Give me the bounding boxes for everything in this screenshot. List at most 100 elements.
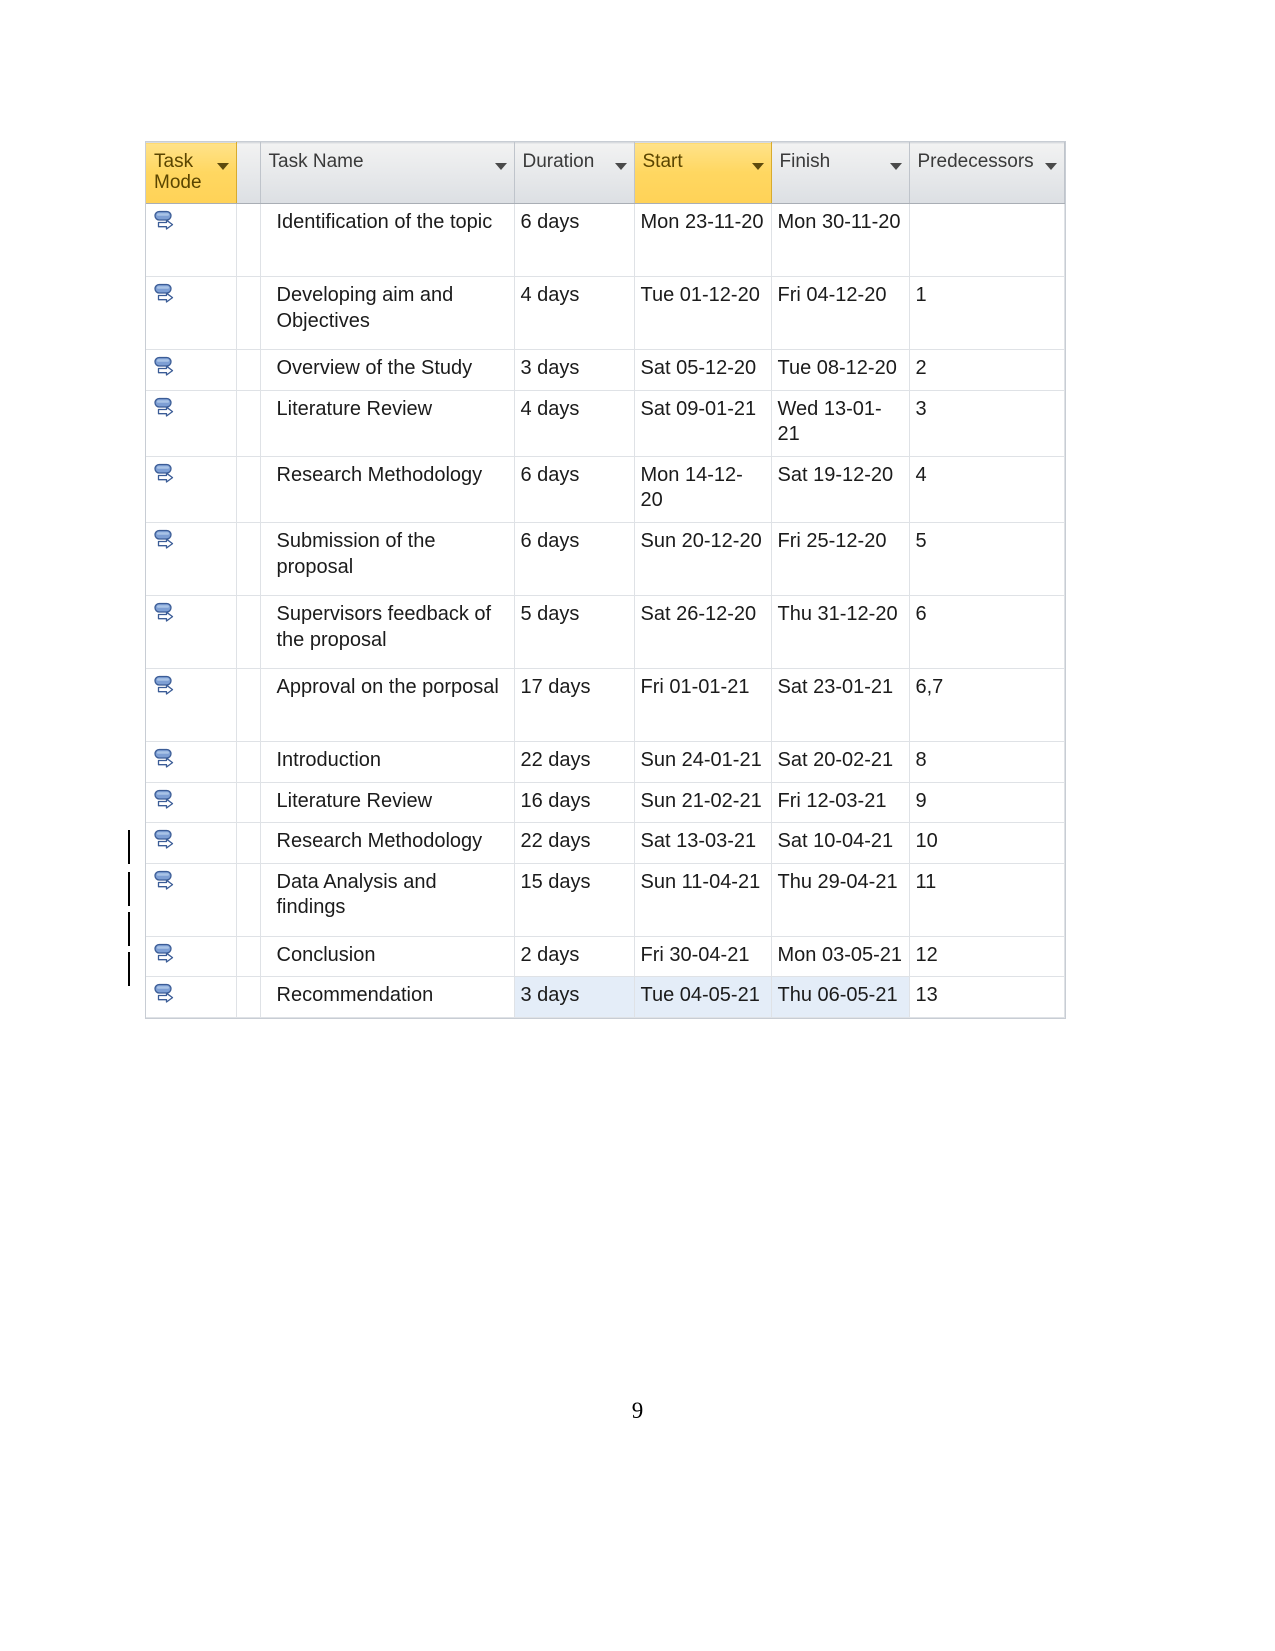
- project-task-table[interactable]: Task Mode Task Name Duration Start Finish Pre…: [146, 142, 1065, 1018]
- cell-start[interactable]: Sat 09-01-21: [634, 390, 772, 457]
- cell-task-mode[interactable]: [146, 936, 237, 978]
- cell-duration[interactable]: 16 days: [514, 782, 635, 824]
- cell-start[interactable]: Sun 21-02-21: [634, 782, 772, 824]
- cell-predecessors[interactable]: 6: [909, 595, 1065, 669]
- cell-task-mode[interactable]: [146, 976, 237, 1018]
- cell-indicator[interactable]: [236, 936, 261, 978]
- cell-task-name[interactable]: Recommendation: [260, 976, 515, 1018]
- table-row[interactable]: Conclusion 2 days Fri 30-04-21 Mon 03-05-21…: [146, 936, 1065, 978]
- cell-start[interactable]: Tue 01-12-20: [634, 276, 772, 350]
- cell-start[interactable]: Tue 04-05-21: [634, 976, 772, 1018]
- cell-task-name[interactable]: Submission of the proposal: [260, 522, 515, 596]
- cell-finish[interactable]: Fri 12-03-21: [771, 782, 910, 824]
- cell-predecessors[interactable]: 3: [909, 390, 1065, 457]
- cell-duration[interactable]: 22 days: [514, 741, 635, 783]
- table-row[interactable]: Identification of the topic 6 days Mon 23-…: [146, 203, 1065, 277]
- cell-start[interactable]: Sun 20-12-20: [634, 522, 772, 596]
- column-header-duration[interactable]: Duration: [514, 142, 635, 204]
- cell-task-name[interactable]: Conclusion: [260, 936, 515, 978]
- cell-duration[interactable]: 6 days: [514, 203, 635, 277]
- cell-duration[interactable]: 4 days: [514, 390, 635, 457]
- cell-predecessors[interactable]: 9: [909, 782, 1065, 824]
- cell-task-mode[interactable]: [146, 349, 237, 391]
- cell-indicator[interactable]: [236, 595, 261, 669]
- table-row[interactable]: Literature Review 4 days Sat 09-01-21 Wed 1…: [146, 390, 1065, 457]
- cell-predecessors[interactable]: [909, 203, 1065, 277]
- cell-indicator[interactable]: [236, 456, 261, 523]
- cell-task-mode[interactable]: [146, 595, 237, 669]
- cell-task-mode[interactable]: [146, 203, 237, 277]
- cell-task-mode[interactable]: [146, 390, 237, 457]
- cell-predecessors[interactable]: 1: [909, 276, 1065, 350]
- cell-task-name[interactable]: Supervisors feedback of the proposal: [260, 595, 515, 669]
- cell-duration[interactable]: 4 days: [514, 276, 635, 350]
- cell-task-name[interactable]: Research Methodology: [260, 456, 515, 523]
- cell-predecessors[interactable]: 11: [909, 863, 1065, 937]
- cell-task-name[interactable]: Data Analysis and findings: [260, 863, 515, 937]
- cell-task-name[interactable]: Identification of the topic: [260, 203, 515, 277]
- cell-duration[interactable]: 3 days: [514, 349, 635, 391]
- cell-indicator[interactable]: [236, 349, 261, 391]
- cell-finish[interactable]: Mon 30-11-20: [771, 203, 910, 277]
- cell-task-name[interactable]: Literature Review: [260, 782, 515, 824]
- cell-indicator[interactable]: [236, 782, 261, 824]
- task-grid[interactable]: Task Mode Task Name Duration Start Finish Pre…: [146, 142, 1065, 1018]
- column-header-task_name[interactable]: Task Name: [260, 142, 515, 204]
- chevron-down-icon[interactable]: [494, 163, 507, 170]
- cell-finish[interactable]: Fri 04-12-20: [771, 276, 910, 350]
- cell-indicator[interactable]: [236, 863, 261, 937]
- cell-task-mode[interactable]: [146, 863, 237, 937]
- table-row[interactable]: Data Analysis and findings 15 days Sun 11-…: [146, 863, 1065, 937]
- cell-indicator[interactable]: [236, 276, 261, 350]
- chevron-down-icon[interactable]: [1044, 163, 1057, 170]
- cell-task-name[interactable]: Overview of the Study: [260, 349, 515, 391]
- cell-task-name[interactable]: Research Methodology: [260, 822, 515, 864]
- cell-finish[interactable]: Tue 08-12-20: [771, 349, 910, 391]
- cell-predecessors[interactable]: 2: [909, 349, 1065, 391]
- cell-task-name[interactable]: Introduction: [260, 741, 515, 783]
- cell-task-mode[interactable]: [146, 782, 237, 824]
- cell-start[interactable]: Sat 05-12-20: [634, 349, 772, 391]
- cell-duration[interactable]: 2 days: [514, 936, 635, 978]
- column-header-start[interactable]: Start: [634, 142, 772, 204]
- cell-finish[interactable]: Wed 13-01-21: [771, 390, 910, 457]
- cell-predecessors[interactable]: 10: [909, 822, 1065, 864]
- cell-finish[interactable]: Thu 06-05-21: [771, 976, 910, 1018]
- cell-task-mode[interactable]: [146, 522, 237, 596]
- table-row[interactable]: Submission of the proposal 6 days Sun 20-1…: [146, 522, 1065, 596]
- cell-indicator[interactable]: [236, 741, 261, 783]
- cell-indicator[interactable]: [236, 203, 261, 277]
- cell-task-mode[interactable]: [146, 822, 237, 864]
- cell-duration[interactable]: 5 days: [514, 595, 635, 669]
- cell-task-name[interactable]: Approval on the porposal: [260, 668, 515, 742]
- cell-finish[interactable]: Thu 29-04-21: [771, 863, 910, 937]
- cell-start[interactable]: Sat 13-03-21: [634, 822, 772, 864]
- cell-start[interactable]: Sun 11-04-21: [634, 863, 772, 937]
- cell-finish[interactable]: Thu 31-12-20: [771, 595, 910, 669]
- cell-duration[interactable]: 17 days: [514, 668, 635, 742]
- cell-finish[interactable]: Sat 19-12-20: [771, 456, 910, 523]
- cell-duration[interactable]: 6 days: [514, 522, 635, 596]
- cell-predecessors[interactable]: 5: [909, 522, 1065, 596]
- table-row[interactable]: Developing aim and Objectives 4 days Tue 0…: [146, 276, 1065, 350]
- cell-task-mode[interactable]: [146, 276, 237, 350]
- cell-indicator[interactable]: [236, 822, 261, 864]
- cell-start[interactable]: Sat 26-12-20: [634, 595, 772, 669]
- chevron-down-icon[interactable]: [751, 163, 764, 170]
- table-row[interactable]: Recommendation 3 days Tue 04-05-21 Thu 06-0…: [146, 976, 1065, 1018]
- chevron-down-icon[interactable]: [614, 163, 627, 170]
- cell-finish[interactable]: Sat 23-01-21: [771, 668, 910, 742]
- cell-indicator[interactable]: [236, 976, 261, 1018]
- table-row[interactable]: Research Methodology 6 days Mon 14-12-20 Sa…: [146, 456, 1065, 523]
- table-row[interactable]: Approval on the porposal 17 days Fri 01-01…: [146, 668, 1065, 742]
- chevron-down-icon[interactable]: [889, 163, 902, 170]
- table-row[interactable]: Introduction 22 days Sun 24-01-21 Sat 20-02…: [146, 741, 1065, 783]
- cell-predecessors[interactable]: 13: [909, 976, 1065, 1018]
- column-header-finish[interactable]: Finish: [771, 142, 910, 204]
- cell-duration[interactable]: 15 days: [514, 863, 635, 937]
- table-row[interactable]: Supervisors feedback of the proposal 5 da…: [146, 595, 1065, 669]
- column-header-task_mode[interactable]: Task Mode: [146, 142, 237, 204]
- table-row[interactable]: Research Methodology 22 days Sat 13-03-21 S…: [146, 822, 1065, 864]
- cell-task-mode[interactable]: [146, 668, 237, 742]
- cell-finish[interactable]: Fri 25-12-20: [771, 522, 910, 596]
